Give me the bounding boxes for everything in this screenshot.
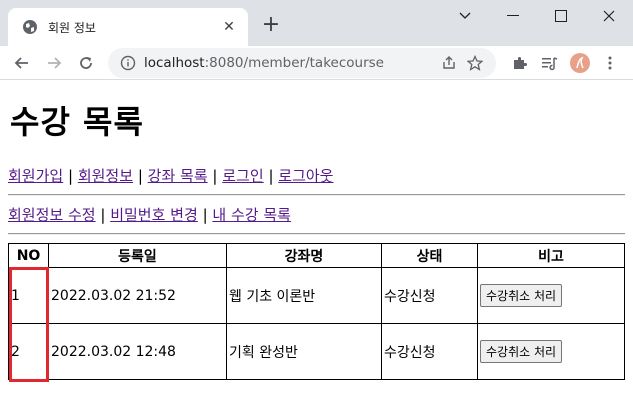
close-icon[interactable]: ✕ [220, 19, 238, 35]
cell-status: 수강신청 [381, 323, 478, 380]
chevron-down-icon[interactable] [441, 0, 489, 32]
course-table: NO 등록일 강좌명 상태 비고 1 2022.03.02 21:52 웹 기초… [8, 243, 625, 380]
table-header-row: NO 등록일 강좌명 상태 비고 [8, 243, 625, 268]
nav-link-edit-member[interactable]: 회원정보 수정 [8, 206, 96, 224]
cell-no: 1 [8, 267, 49, 324]
page-title: 수강 목록 [10, 103, 144, 141]
kebab-menu-icon[interactable] [595, 47, 625, 79]
share-icon[interactable] [436, 50, 462, 76]
member-nav: 회원정보 수정 | 비밀번호 변경 | 내 수강 목록 [8, 205, 625, 225]
close-window-icon[interactable] [585, 0, 633, 32]
nav-link-signup[interactable]: 회원가입 [8, 167, 63, 185]
cell-note: 수강취소 처리 [477, 323, 625, 380]
address-bar[interactable]: localhost:8080/member/takecourse [108, 48, 496, 78]
globe-icon [22, 19, 38, 35]
tab-title: 회원 정보 [48, 20, 96, 35]
header-date: 등록일 [48, 243, 227, 268]
profile-button[interactable] [565, 47, 595, 79]
avatar [570, 53, 590, 73]
window-controls [441, 0, 633, 32]
puzzle-icon[interactable] [505, 47, 535, 79]
browser-toolbar: localhost:8080/member/takecourse [0, 46, 633, 80]
cell-date: 2022.03.02 12:48 [48, 323, 227, 380]
header-no: NO [8, 243, 49, 268]
reload-icon[interactable] [70, 47, 102, 79]
separator: | [137, 167, 143, 185]
url-host: localhost [144, 55, 205, 71]
header-status: 상태 [381, 243, 478, 268]
nav-link-change-password[interactable]: 비밀번호 변경 [110, 206, 198, 224]
header-course: 강좌명 [226, 243, 382, 268]
separator: | [67, 167, 74, 185]
plus-icon[interactable]: + [258, 12, 284, 38]
divider [8, 233, 625, 235]
cancel-course-button[interactable]: 수강취소 처리 [480, 284, 563, 307]
header-note: 비고 [477, 243, 625, 268]
cell-course: 기획 완성반 [226, 323, 382, 380]
nav-link-course-list[interactable]: 강좌 목록 [148, 167, 208, 185]
separator: | [100, 206, 106, 224]
table-row: 2 2022.03.02 12:48 기획 완성반 수강신청 수강취소 처리 [8, 323, 625, 380]
divider [8, 194, 625, 196]
nav-link-member-info[interactable]: 회원정보 [78, 167, 133, 185]
cell-date: 2022.03.02 21:52 [48, 267, 227, 324]
maximize-icon[interactable] [537, 0, 585, 32]
cell-status: 수강신청 [381, 267, 478, 324]
page-content: 수강 목록 회원가입 | 회원정보 | 강좌 목록 | 로그인 | 로그아웃 회… [0, 102, 633, 380]
cell-note: 수강취소 처리 [477, 267, 625, 324]
separator: | [268, 167, 274, 185]
star-icon[interactable] [462, 50, 488, 76]
minimize-icon[interactable] [489, 0, 537, 32]
cancel-course-button[interactable]: 수강취소 처리 [480, 340, 563, 363]
cell-course: 웹 기초 이론반 [226, 267, 382, 324]
toolbar-right [505, 47, 625, 79]
browser-tab[interactable]: 회원 정보 ✕ [8, 8, 248, 46]
separator: | [212, 167, 218, 185]
url-text[interactable]: localhost:8080/member/takecourse [144, 55, 436, 71]
main-nav: 회원가입 | 회원정보 | 강좌 목록 | 로그인 | 로그아웃 [8, 166, 625, 186]
table-row: 1 2022.03.02 21:52 웹 기초 이론반 수강신청 수강취소 처리 [8, 267, 625, 324]
info-icon[interactable] [120, 55, 136, 71]
nav-link-my-courses[interactable]: 내 수강 목록 [212, 206, 291, 224]
forward-arrow-icon[interactable] [38, 47, 70, 79]
nav-link-login[interactable]: 로그인 [222, 167, 263, 185]
nav-link-logout[interactable]: 로그아웃 [278, 167, 333, 185]
browser-titlebar: 회원 정보 ✕ + [0, 0, 633, 46]
separator: | [202, 206, 208, 224]
media-queue-icon[interactable] [535, 47, 565, 79]
url-path: :8080/member/takecourse [204, 55, 384, 71]
cell-no: 2 [8, 323, 49, 380]
back-arrow-icon[interactable] [6, 47, 38, 79]
